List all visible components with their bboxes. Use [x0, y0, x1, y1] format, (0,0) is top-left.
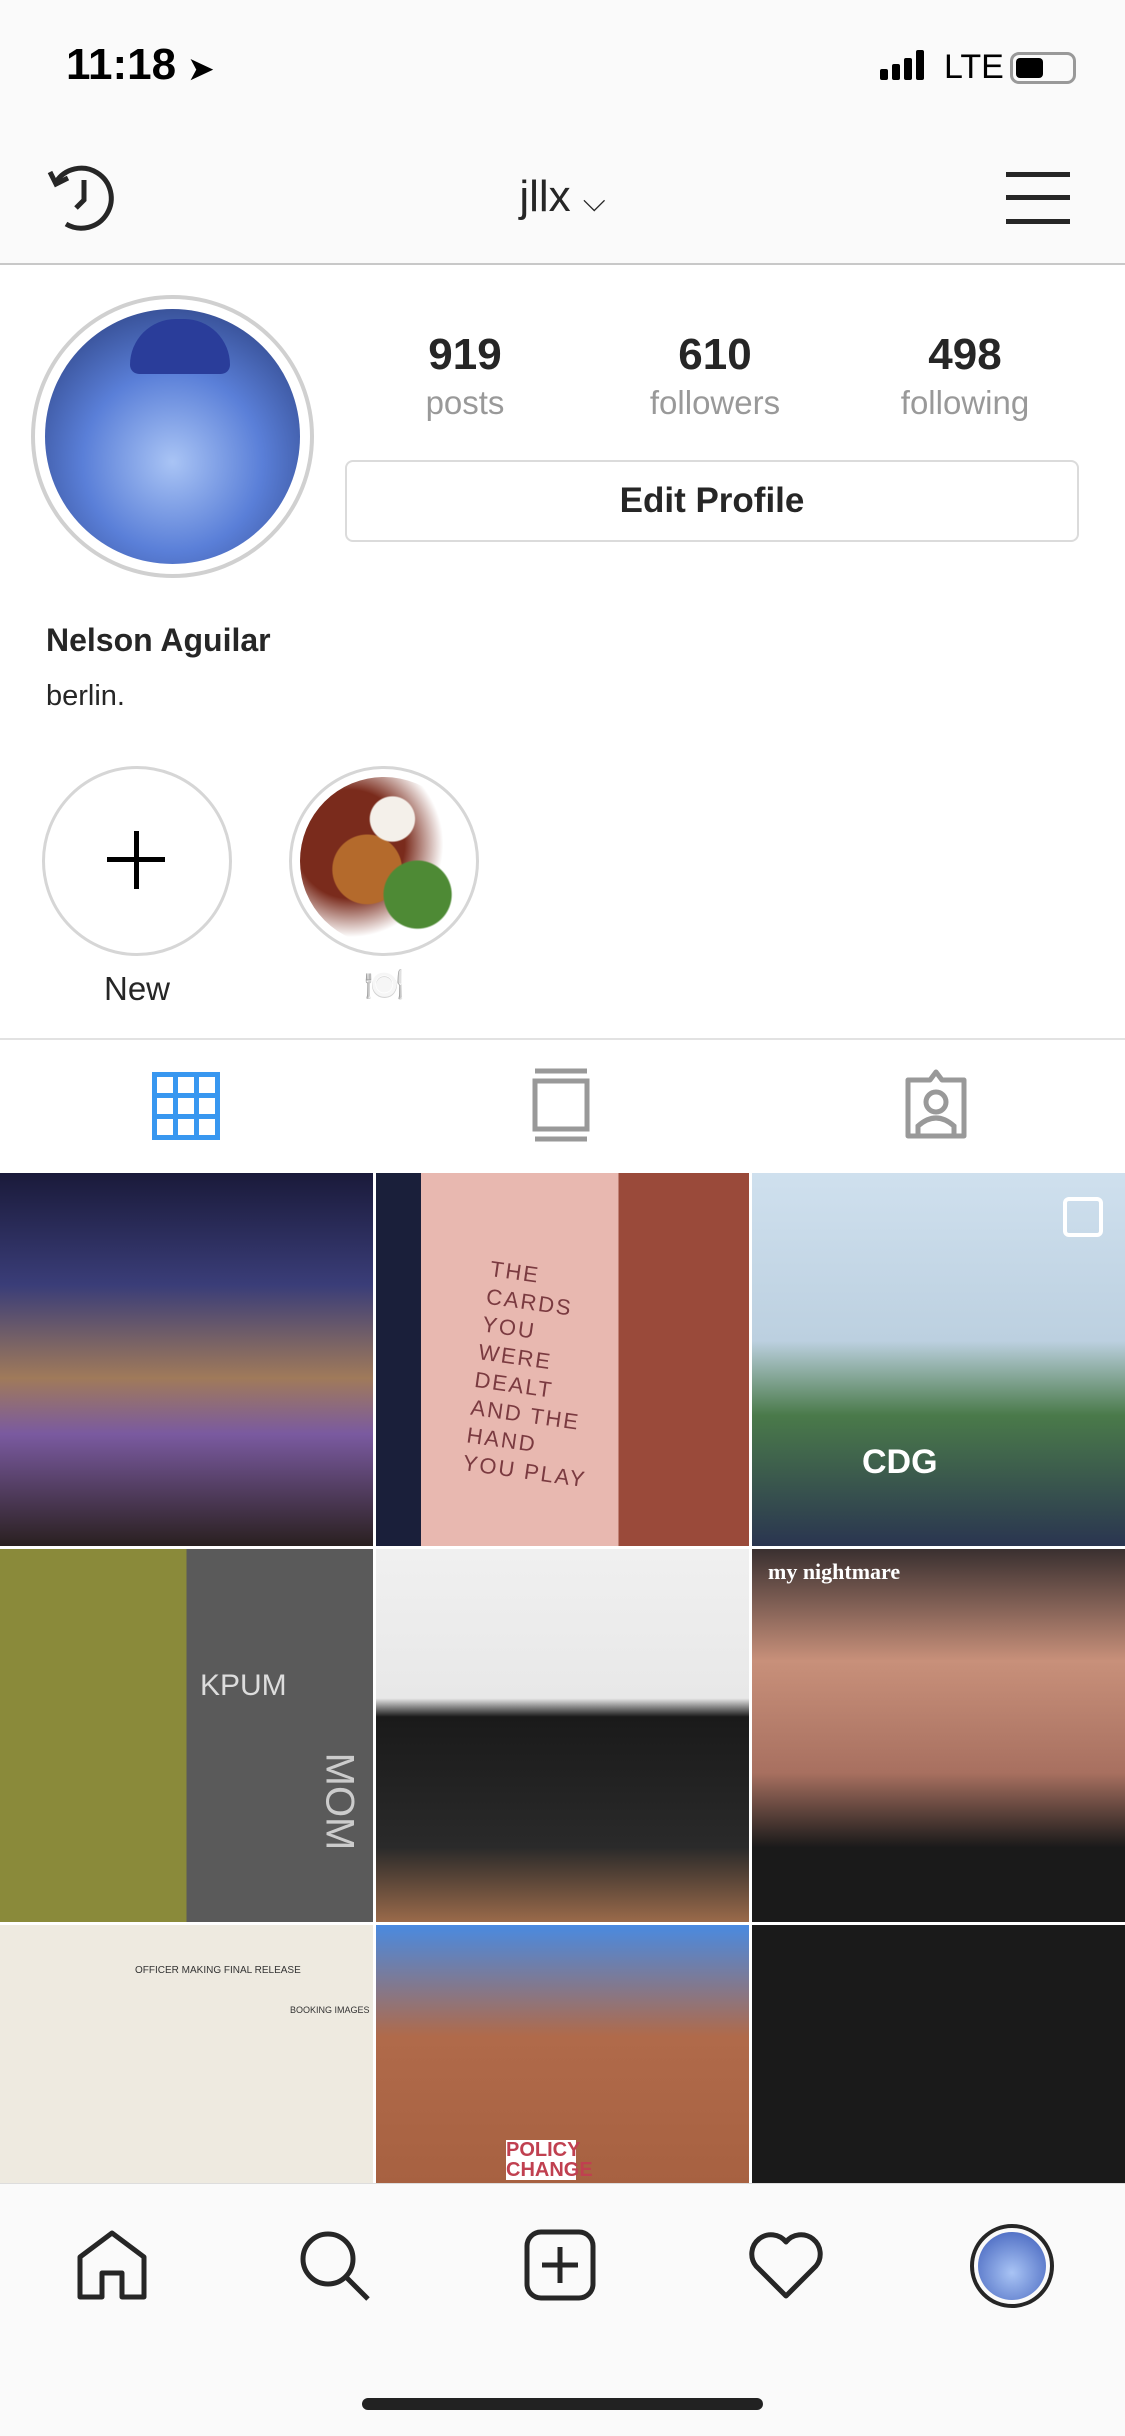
tagged-icon[interactable]: [900, 1066, 972, 1142]
grid-post-eiffel[interactable]: CDG: [752, 1173, 1125, 1546]
edit-profile-button[interactable]: Edit Profile: [345, 460, 1079, 542]
wall-text-2: MOM: [317, 1752, 362, 1851]
sign-text: POLICY CHANGE: [506, 2139, 593, 2181]
following-count: 498: [928, 330, 1002, 379]
shirt-text: CDG: [862, 1443, 938, 1481]
food-highlight-image: [300, 777, 468, 945]
grid-post-car-tattoo[interactable]: KPUM MOM: [0, 1549, 373, 1922]
search-icon[interactable]: [298, 2229, 372, 2303]
profile-tabs: [0, 1040, 1125, 1173]
new-highlight-button[interactable]: [42, 766, 232, 956]
grid-post-cat[interactable]: [376, 1549, 749, 1922]
home-icon[interactable]: [76, 2229, 148, 2301]
following-label: following: [900, 384, 1030, 421]
followers-label: followers: [649, 384, 781, 421]
posts-stat[interactable]: 919 posts: [345, 330, 585, 422]
following-stat[interactable]: 498 following: [845, 330, 1085, 422]
nightmare-text: my nightmare: [768, 1559, 901, 1584]
grid-post-basketball[interactable]: [0, 1173, 373, 1546]
top-nav: jllx ⌵: [0, 132, 1125, 265]
booking-text: OFFICER MAKING FINAL RELEASE: [135, 1965, 301, 1976]
battery-icon: [1010, 52, 1076, 84]
home-indicator[interactable]: [362, 2398, 763, 2410]
multiple-photos-icon: [1063, 1197, 1103, 1237]
menu-icon[interactable]: [1006, 170, 1070, 226]
status-bar: 11:18 ➤ LTE: [0, 0, 1125, 132]
clock: 11:18 ➤: [66, 40, 213, 90]
highlight-food-label: 🍽️: [363, 966, 405, 1003]
tattoo-text: THE CARDS YOU WERE DEALT AND THE HAND YO…: [461, 1256, 589, 1493]
bio: berlin.: [46, 680, 125, 712]
grid-post-booking[interactable]: OFFICER MAKING FINAL RELEASE BOOKING IMA…: [0, 1925, 373, 2183]
highlight-food[interactable]: [289, 766, 479, 956]
grid-post-mural[interactable]: [752, 1925, 1125, 2183]
account-switcher[interactable]: jllx ⌵: [0, 172, 1125, 222]
booking-text-2: BOOKING IMAGES: [290, 2005, 370, 2015]
add-post-icon[interactable]: [524, 2229, 596, 2301]
time-text: 11:18: [66, 40, 177, 89]
followers-stat[interactable]: 610 followers: [595, 330, 835, 422]
posts-grid: THE CARDS YOU WERE DEALT AND THE HAND YO…: [0, 1173, 1125, 2183]
new-highlight-label: New: [103, 970, 171, 1007]
profile-avatar[interactable]: [31, 295, 314, 578]
grid-post-tattoo-text[interactable]: THE CARDS YOU WERE DEALT AND THE HAND YO…: [376, 1173, 749, 1546]
heart-icon[interactable]: [748, 2232, 824, 2300]
grid-icon[interactable]: [152, 1072, 220, 1140]
wall-text: KPUM: [200, 1669, 287, 1702]
posts-label: posts: [425, 384, 505, 421]
igtv-icon[interactable]: [531, 1068, 591, 1142]
posts-count: 919: [428, 330, 502, 379]
grid-post-nightmare[interactable]: my nightmare: [752, 1549, 1125, 1922]
grid-post-building[interactable]: POLICY CHANGE: [376, 1925, 749, 2183]
chevron-down-icon: ⌵: [582, 185, 606, 218]
username: jllx: [519, 172, 571, 221]
signal-icon: [880, 50, 924, 80]
display-name: Nelson Aguilar: [46, 622, 271, 658]
profile-tab-avatar[interactable]: [970, 2224, 1054, 2308]
stats-row: 919 posts 610 followers 498 following: [345, 330, 1085, 422]
network-label: LTE: [944, 48, 1004, 86]
plus-icon: [107, 831, 165, 889]
followers-count: 610: [678, 330, 752, 379]
location-icon: ➤: [188, 53, 214, 86]
